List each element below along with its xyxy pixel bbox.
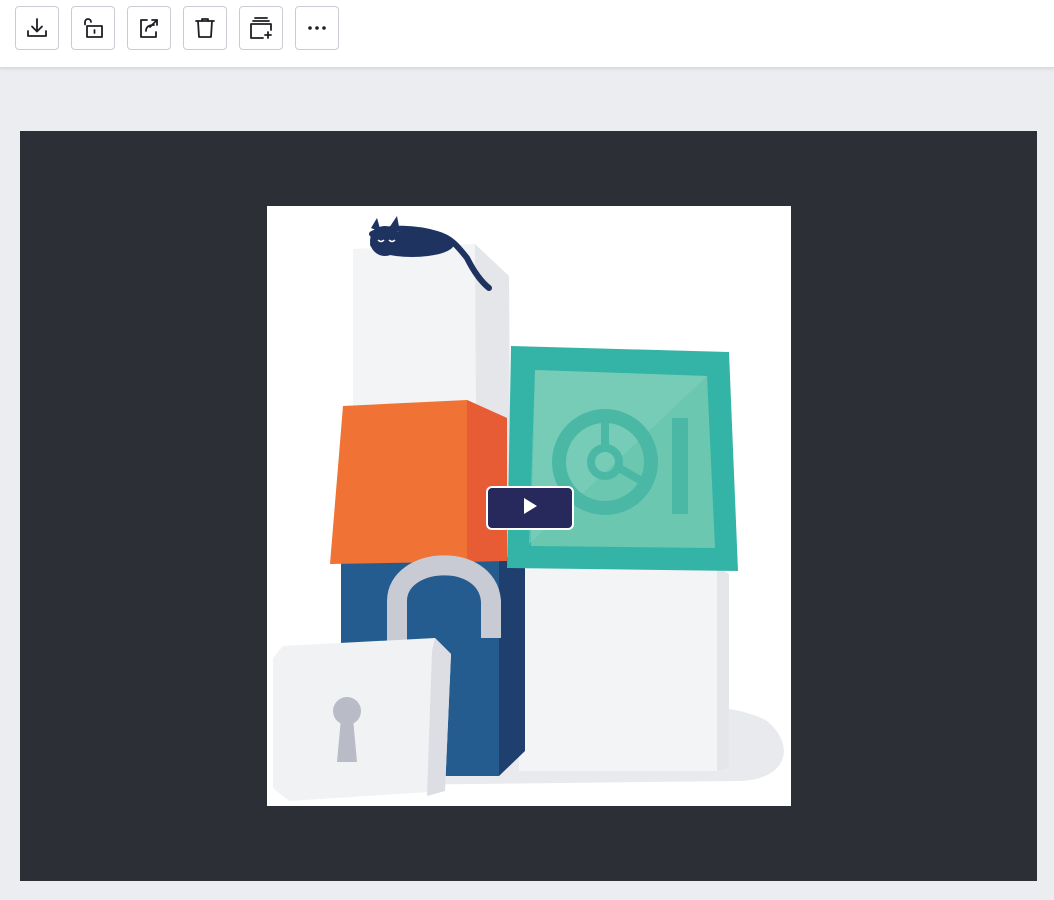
add-to-collection-button[interactable]: [239, 6, 283, 50]
more-icon: [305, 16, 329, 40]
delete-button[interactable]: [183, 6, 227, 50]
play-button[interactable]: [486, 486, 574, 530]
share-button[interactable]: [127, 6, 171, 50]
play-icon: [521, 497, 539, 520]
unlock-button[interactable]: [71, 6, 115, 50]
add-to-collection-icon: [249, 16, 273, 40]
more-button[interactable]: [295, 6, 339, 50]
trash-icon: [193, 16, 217, 40]
video-thumbnail[interactable]: [267, 206, 791, 806]
toolbar: [0, 0, 1054, 68]
share-icon: [137, 16, 161, 40]
media-viewer: [20, 131, 1037, 881]
unlock-icon: [81, 16, 105, 40]
download-button[interactable]: [15, 6, 59, 50]
download-icon: [25, 16, 49, 40]
